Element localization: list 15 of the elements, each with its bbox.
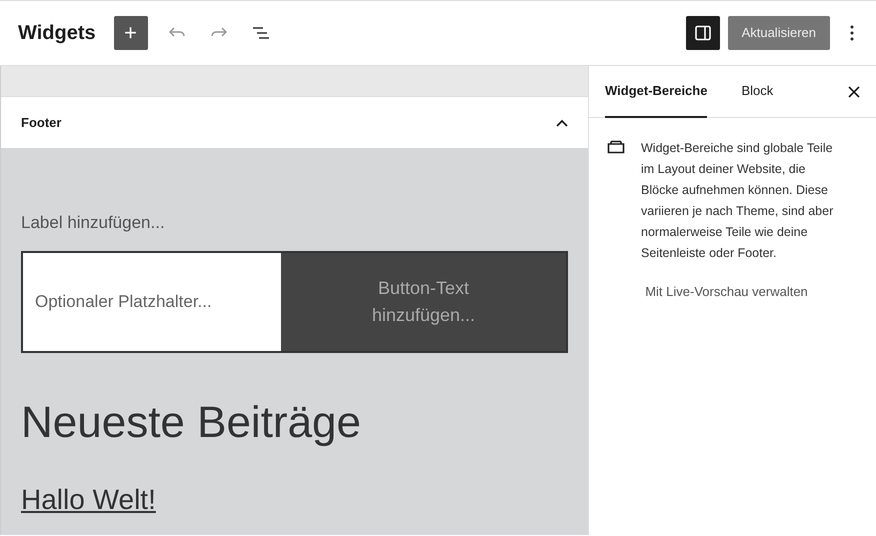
area-header[interactable]: Footer xyxy=(1,97,588,148)
sidebar-tab[interactable]: Widget-Bereiche xyxy=(605,66,708,118)
page-title: Widgets xyxy=(18,21,96,46)
sidebar-toggle-button[interactable] xyxy=(686,16,720,50)
description-text: Widget-Bereiche sind globale Teile im Layout deiner Website, die Blöcke aufnehmen können. Diese variieren je nach Theme, sind aber normalerweise Teile wie deine Seitenleiste oder Footer. xyxy=(641,140,834,262)
search-label: Label hinzufügen... xyxy=(21,212,166,234)
live-preview-link[interactable]: Mit Live-Vorschau verwalten xyxy=(607,282,846,302)
collapse-chevron-icon[interactable] xyxy=(556,118,568,126)
widget-area-icon xyxy=(607,140,625,154)
add-block-button[interactable]: + xyxy=(114,16,148,50)
block-heading: Neueste Beiträge xyxy=(21,396,362,448)
sidebar-panel-icon xyxy=(694,25,711,41)
post-link[interactable]: Hallo Welt! xyxy=(21,479,156,522)
sidebar-tab[interactable]: Block xyxy=(741,66,774,118)
area-title: Footer xyxy=(21,114,62,132)
